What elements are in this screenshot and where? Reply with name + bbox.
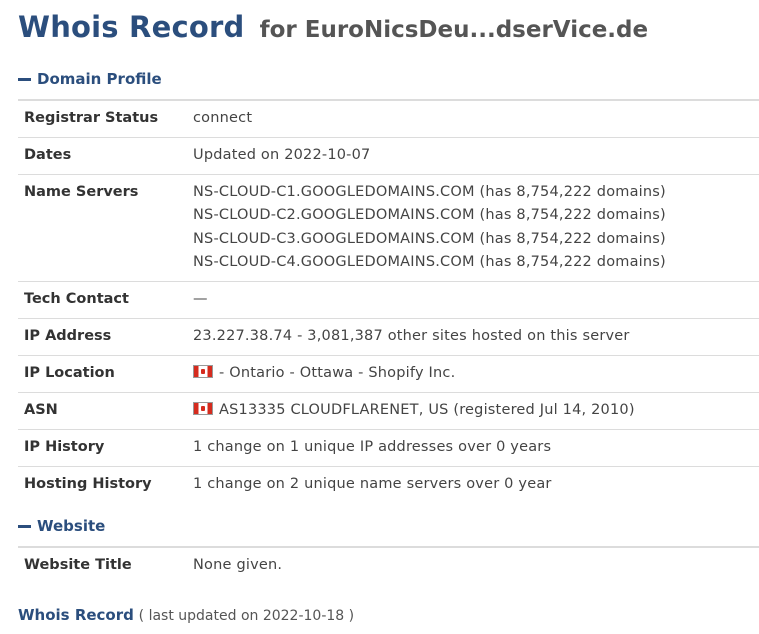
asn-text: AS13335 CLOUDFLARENET, US (registered Ju… [219, 402, 635, 418]
collapse-icon[interactable] [18, 77, 31, 81]
name-server-link[interactable]: NS-CLOUD-C4.GOOGLEDOMAINS.COM (has 8,754… [193, 251, 759, 274]
row-value: — [187, 281, 759, 319]
whois-record-link[interactable]: Whois Record [18, 606, 134, 624]
table-row: ASN AS13335 CLOUDFLARENET, US (registere… [18, 392, 759, 430]
table-row: IP Location - Ontario - Ottawa - Shopify… [18, 355, 759, 393]
last-updated-text: ( last updated on 2022-10-18 ) [138, 608, 355, 624]
section-domain-profile[interactable]: Domain Profile [18, 67, 759, 91]
row-value-list: NS-CLOUD-C1.GOOGLEDOMAINS.COM (has 8,754… [187, 174, 759, 282]
row-key: IP Location [18, 355, 187, 393]
row-key: ASN [18, 392, 187, 430]
table-row: Tech Contact — [18, 281, 759, 319]
ip-location-text: - Ontario - Ottawa - Shopify Inc. [219, 365, 456, 381]
row-key: IP Address [18, 318, 187, 356]
row-value: None given. [187, 546, 759, 584]
table-row: Dates Updated on 2022-10-07 [18, 137, 759, 175]
table-row: IP Address 23.227.38.74 - 3,081,387 othe… [18, 318, 759, 356]
name-server-link[interactable]: NS-CLOUD-C2.GOOGLEDOMAINS.COM (has 8,754… [193, 204, 759, 227]
row-key: Website Title [18, 546, 187, 584]
name-server-link[interactable]: NS-CLOUD-C1.GOOGLEDOMAINS.COM (has 8,754… [193, 181, 759, 204]
row-key: Registrar Status [18, 99, 187, 138]
row-value: Updated on 2022-10-07 [187, 137, 759, 175]
name-server-link[interactable]: NS-CLOUD-C3.GOOGLEDOMAINS.COM (has 8,754… [193, 228, 759, 251]
section-title: Domain Profile [37, 70, 162, 88]
table-row: Website Title None given. [18, 546, 759, 584]
page: Whois Record for EuroNicsDeu...dserVice.… [0, 0, 759, 634]
canada-flag-icon [193, 365, 213, 378]
table-row: Name Servers NS-CLOUD-C1.GOOGLEDOMAINS.C… [18, 174, 759, 282]
row-key: Tech Contact [18, 281, 187, 319]
canada-flag-icon [193, 402, 213, 415]
row-key: IP History [18, 429, 187, 467]
row-key: Hosting History [18, 466, 187, 503]
table-row: Registrar Status connect [18, 99, 759, 138]
section-title: Website [37, 517, 106, 535]
row-key: Name Servers [18, 174, 187, 282]
ip-address-link[interactable]: 23.227.38.74 - 3,081,387 other sites hos… [187, 318, 759, 356]
row-value: - Ontario - Ottawa - Shopify Inc. [187, 355, 759, 393]
row-key: Dates [18, 137, 187, 175]
domain-profile-table: Registrar Status connect Dates Updated o… [18, 99, 759, 503]
table-row: Hosting History 1 change on 2 unique nam… [18, 466, 759, 503]
page-title-main: Whois Record [18, 10, 245, 44]
website-table: Website Title None given. [18, 546, 759, 584]
table-row: IP History 1 change on 1 unique IP addre… [18, 429, 759, 467]
hosting-history-link[interactable]: 1 change on 2 unique name servers over 0… [187, 466, 759, 503]
page-title-domain: for EuroNicsDeu...dserVice.de [259, 17, 649, 43]
section-website[interactable]: Website [18, 514, 759, 538]
page-title: Whois Record for EuroNicsDeu...dserVice.… [18, 0, 759, 51]
row-value: connect [187, 99, 759, 138]
footer: Whois Record ( last updated on 2022-10-1… [18, 606, 354, 624]
collapse-icon[interactable] [18, 524, 31, 528]
ip-history-link[interactable]: 1 change on 1 unique IP addresses over 0… [187, 429, 759, 467]
row-value: AS13335 CLOUDFLARENET, US (registered Ju… [187, 392, 759, 430]
